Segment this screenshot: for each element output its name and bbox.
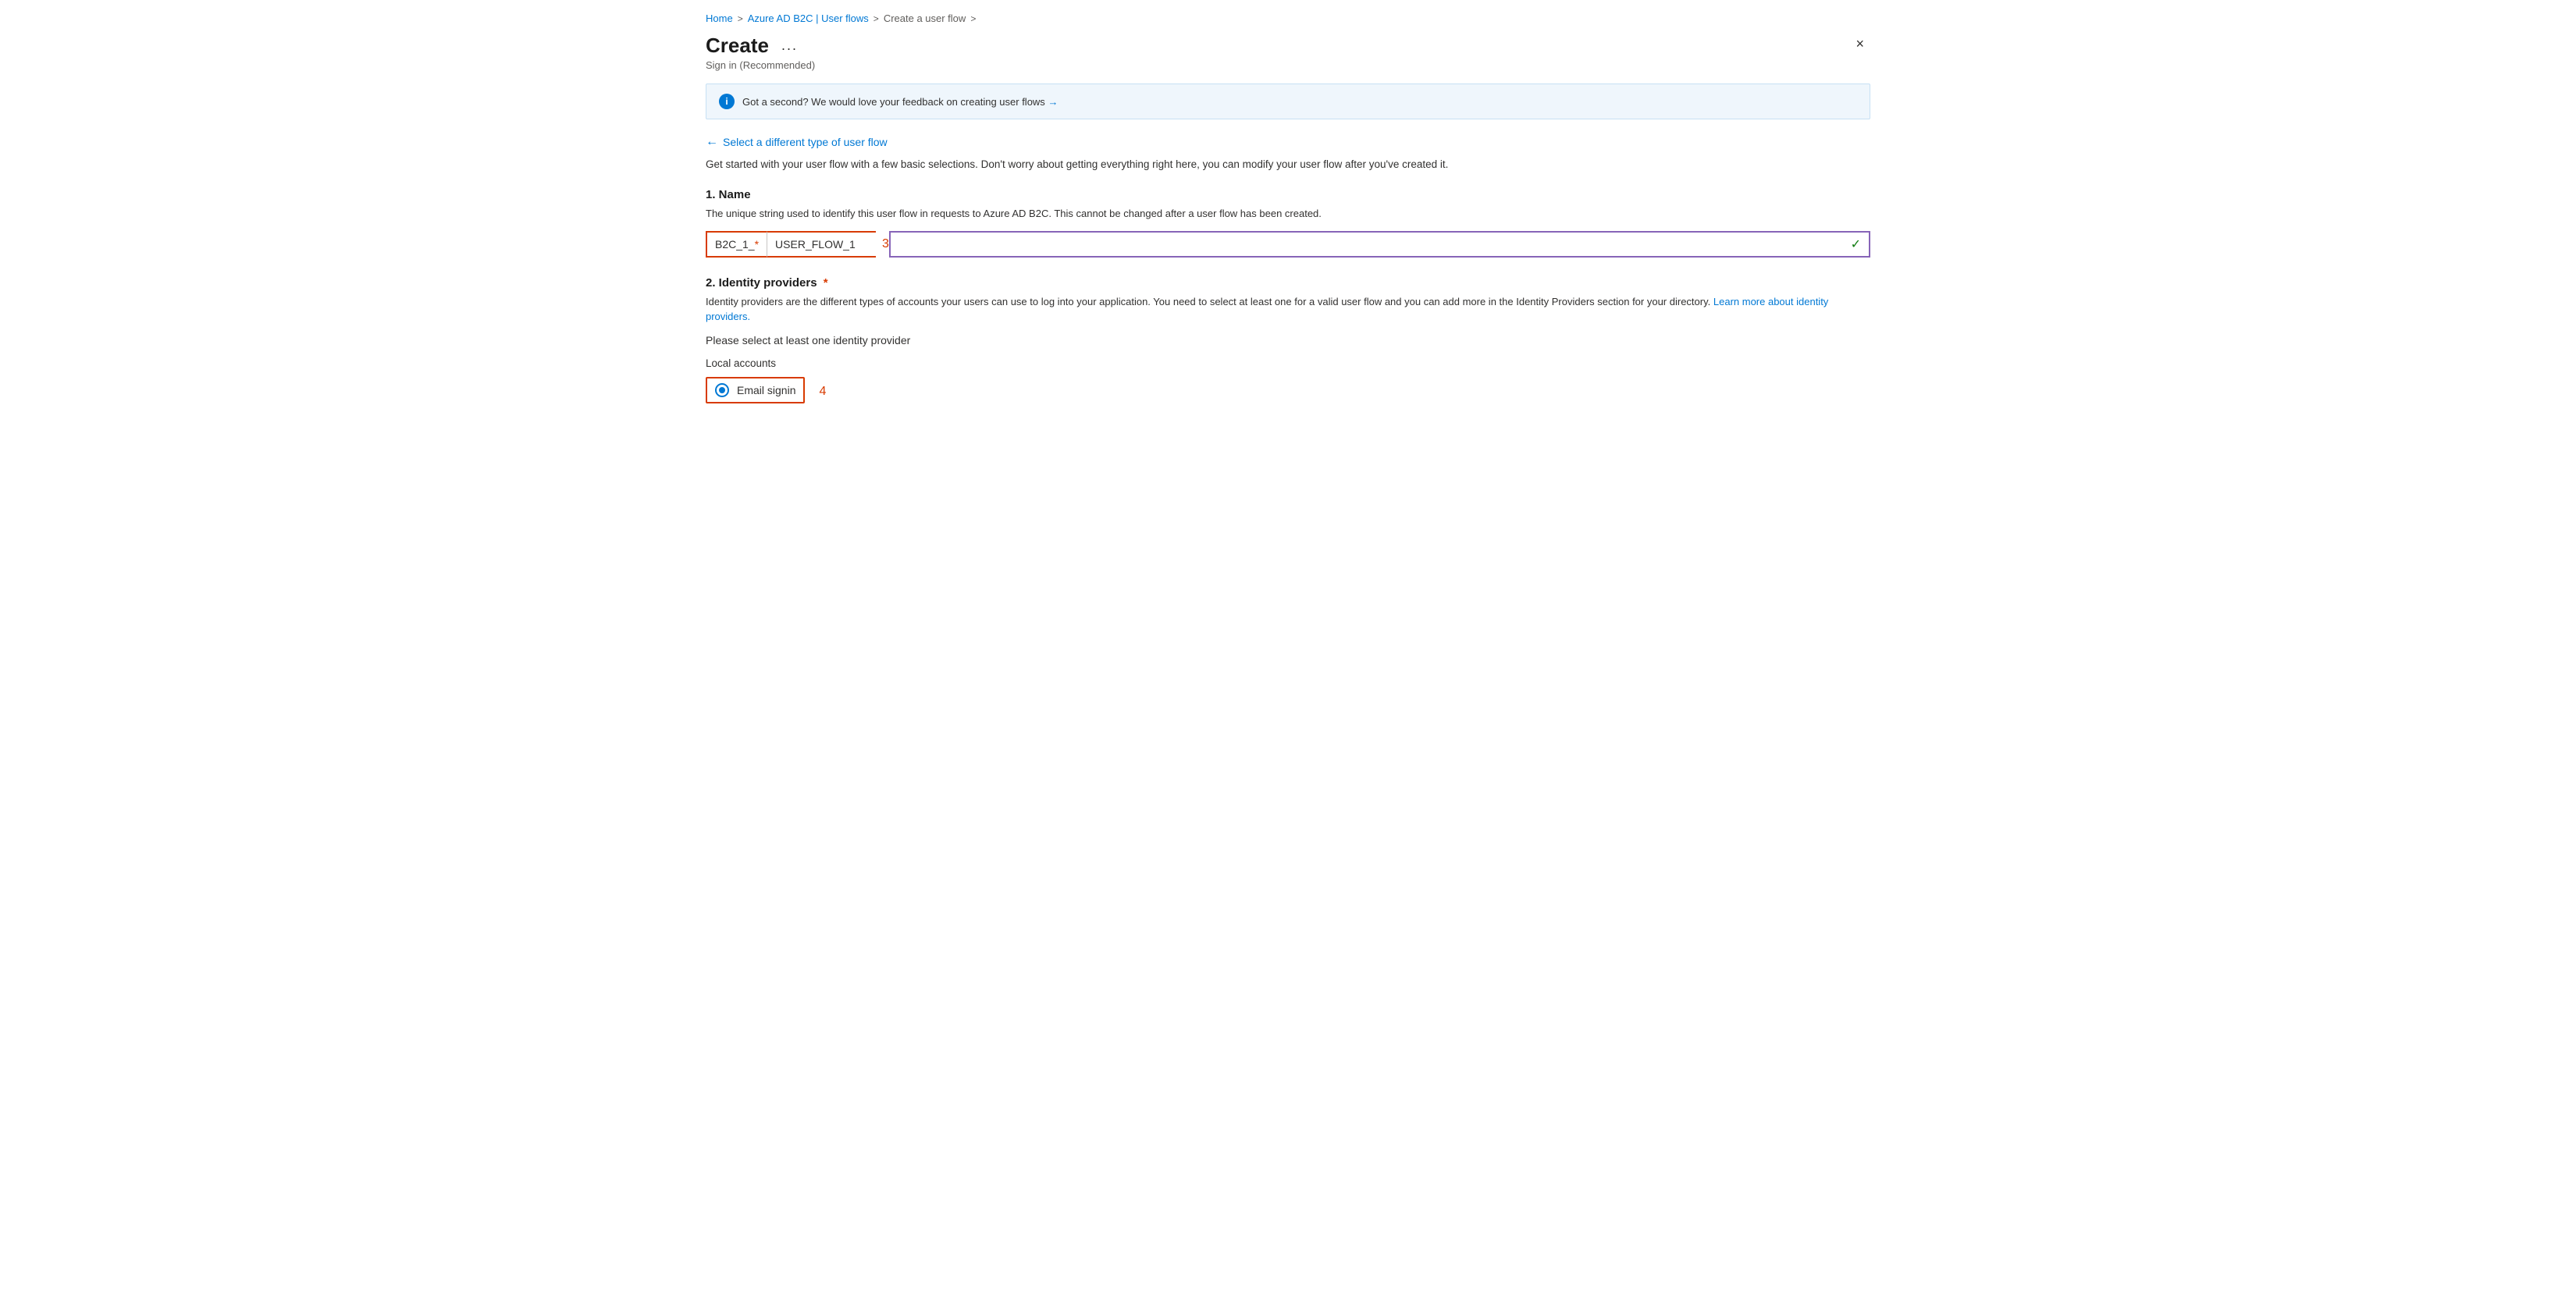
section-name-title: 1. Name [706, 188, 1870, 201]
ellipsis-button[interactable]: ... [777, 36, 802, 55]
breadcrumb-sep-2: > [873, 13, 879, 24]
section-identity-title: 2. Identity providers * [706, 276, 1870, 290]
breadcrumb-user-flows[interactable]: Azure AD B2C | User flows [748, 12, 869, 24]
info-banner: i Got a second? We would love your feedb… [706, 84, 1870, 119]
breadcrumb-sep-1: > [738, 13, 743, 24]
name-prefix-box: B2C_1_ * [706, 231, 767, 258]
page-title: Create [706, 34, 769, 58]
close-button[interactable]: × [1849, 34, 1870, 54]
info-banner-text: Got a second? We would love your feedbac… [742, 96, 1058, 108]
local-accounts-label: Local accounts [706, 357, 1870, 369]
back-arrow-icon: ← [706, 135, 718, 149]
breadcrumb-current: Create a user flow [884, 12, 966, 24]
radio-circle [715, 383, 729, 397]
name-full-input[interactable] [898, 238, 1861, 251]
name-input-row: B2C_1_ * USER_FLOW_1 3 ✓ [706, 231, 1870, 258]
info-icon: i [719, 94, 735, 109]
info-banner-arrow: → [1048, 96, 1058, 108]
select-provider-text: Please select at least one identity prov… [706, 334, 1870, 346]
description-text: Get started with your user flow with a f… [706, 157, 1870, 172]
section-name: 1. Name The unique string used to identi… [706, 188, 1870, 258]
breadcrumb-home[interactable]: Home [706, 12, 733, 24]
name-full-input-box[interactable]: ✓ [889, 231, 1870, 258]
required-star: * [755, 238, 759, 251]
identity-required-star: * [824, 276, 828, 290]
annotation-3: 3 [882, 231, 889, 258]
email-signin-label: Email signin [737, 384, 795, 396]
email-signin-row: Email signin 4 [706, 377, 1870, 407]
section-identity: 2. Identity providers * Identity provide… [706, 276, 1870, 407]
header-title-block: Create ... [706, 34, 802, 58]
radio-inner [719, 387, 725, 393]
breadcrumb-sep-3: > [970, 13, 976, 24]
info-banner-link[interactable]: → [1048, 96, 1058, 108]
name-inner-input-box[interactable]: USER_FLOW_1 [767, 231, 876, 258]
subtitle: Sign in (Recommended) [706, 59, 1870, 71]
email-signin-option[interactable]: Email signin [706, 377, 805, 403]
breadcrumb: Home > Azure AD B2C | User flows > Creat… [706, 12, 1870, 24]
name-input-value: USER_FLOW_1 [775, 238, 856, 251]
checkmark-icon: ✓ [1851, 236, 1861, 252]
annotation-4: 4 [819, 385, 826, 399]
select-link-label: Select a different type of user flow [723, 136, 888, 148]
prefix-label: B2C_1_ [715, 238, 755, 251]
section-name-description: The unique string used to identify this … [706, 206, 1870, 222]
header-row: Create ... × [706, 34, 1870, 58]
select-different-type-link[interactable]: ← Select a different type of user flow [706, 135, 888, 149]
section-identity-description: Identity providers are the different typ… [706, 294, 1870, 325]
page-container: Home > Azure AD B2C | User flows > Creat… [687, 0, 1889, 457]
